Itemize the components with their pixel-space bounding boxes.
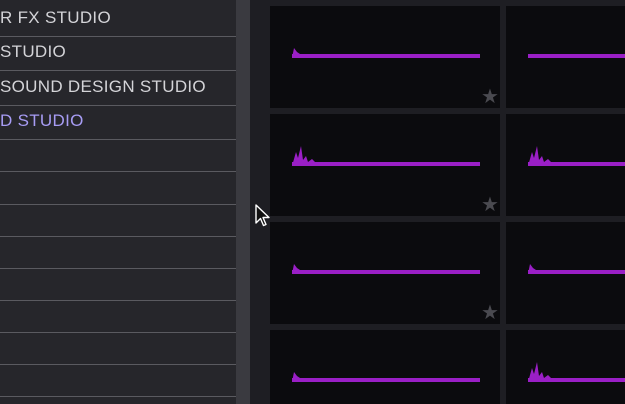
sidebar-item-label: D STUDIO — [0, 111, 84, 130]
sidebar-item[interactable] — [0, 301, 236, 333]
sidebar-item[interactable]: R FX STUDIO — [0, 2, 236, 37]
sidebar-item-label: R FX STUDIO — [0, 8, 111, 27]
sidebar-item-label: STUDIO — [0, 42, 67, 61]
sidebar-item[interactable] — [0, 365, 236, 397]
sidebar-scrollbar[interactable] — [236, 0, 250, 404]
sidebar-item[interactable] — [0, 205, 236, 237]
sound-tile[interactable] — [270, 330, 500, 404]
sidebar-item[interactable] — [0, 269, 236, 301]
sidebar-item[interactable]: SOUND DESIGN STUDIO — [0, 71, 236, 106]
waveform-preview — [528, 146, 625, 166]
waveform-preview — [528, 264, 625, 274]
waveform-preview — [292, 146, 480, 166]
sidebar-item[interactable] — [0, 140, 236, 172]
sound-tile[interactable] — [506, 6, 625, 108]
sidebar-item[interactable] — [0, 237, 236, 269]
sidebar-item[interactable] — [0, 173, 236, 205]
sound-tile[interactable]: ★ — [270, 114, 500, 216]
star-icon[interactable]: ★ — [481, 87, 499, 107]
sound-tile[interactable] — [506, 222, 625, 324]
star-icon[interactable]: ★ — [481, 303, 499, 323]
sound-tile[interactable]: ★ — [270, 222, 500, 324]
sound-tile[interactable] — [506, 330, 625, 404]
waveform-preview — [292, 48, 480, 58]
sound-grid: ★ ★ ★ — [250, 0, 625, 404]
category-sidebar: R FX STUDIO STUDIO SOUND DESIGN STUDIO D S… — [0, 0, 236, 404]
mouse-cursor-icon — [255, 204, 270, 227]
sidebar-item[interactable] — [0, 333, 236, 365]
waveform-preview — [528, 54, 625, 58]
sidebar-item[interactable]: D STUDIO — [0, 105, 236, 140]
waveform-preview — [292, 372, 480, 382]
sound-tile[interactable] — [506, 114, 625, 216]
waveform-preview — [528, 362, 625, 382]
sidebar-item-label: SOUND DESIGN STUDIO — [0, 77, 206, 96]
sound-tile[interactable]: ★ — [270, 6, 500, 108]
sidebar-item[interactable]: STUDIO — [0, 36, 236, 71]
star-icon[interactable]: ★ — [481, 195, 499, 215]
waveform-preview — [292, 264, 480, 274]
